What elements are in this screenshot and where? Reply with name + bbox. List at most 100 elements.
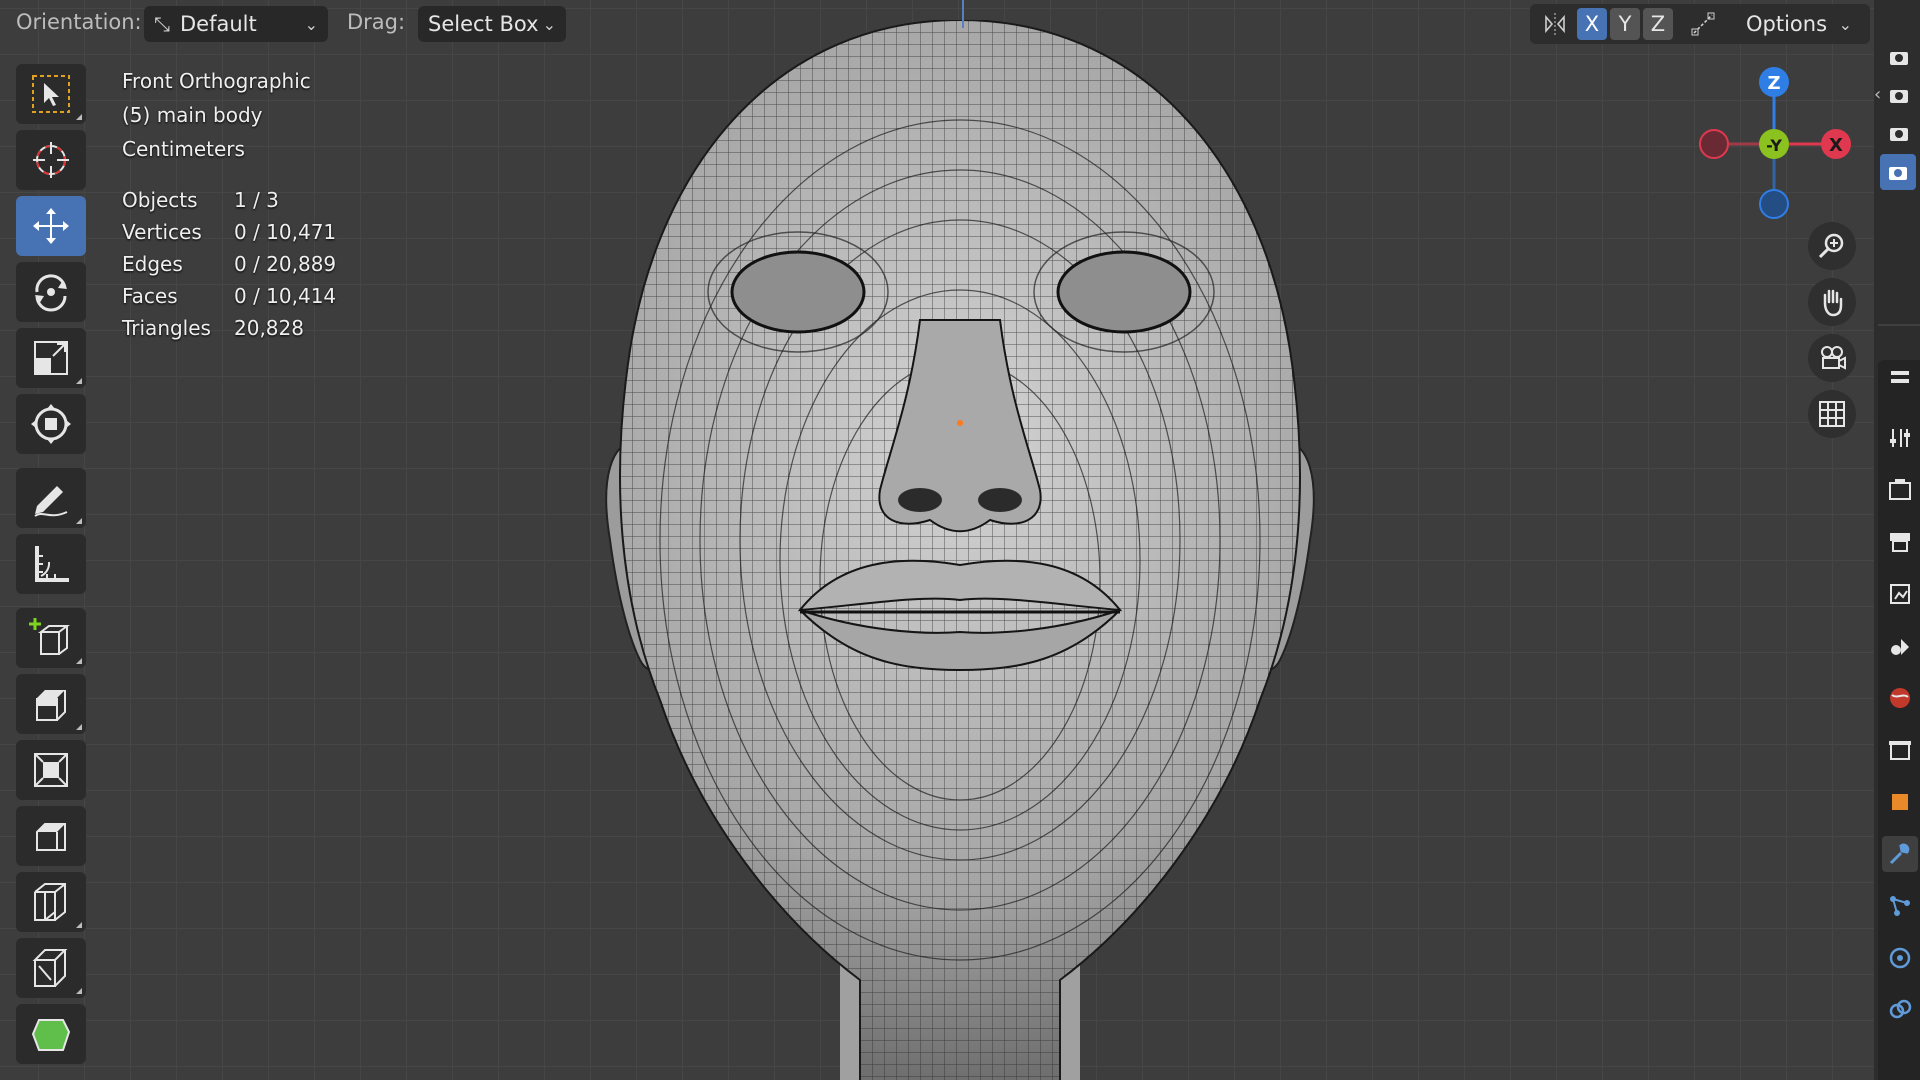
mirror-axis-x-button[interactable]: X — [1577, 8, 1607, 40]
stat-label: Edges — [122, 252, 183, 276]
knife-icon — [32, 949, 68, 987]
measure-tool[interactable] — [16, 534, 86, 594]
stats-objects: Objects 1 / 3 — [122, 184, 336, 216]
view-layer-tab[interactable] — [1882, 576, 1918, 612]
head-mesh-wireframe[interactable] — [500, 20, 1420, 1080]
topology-mirror-icon[interactable] — [1688, 8, 1718, 40]
drag-value: Select Box — [428, 12, 539, 36]
physics-tab[interactable] — [1882, 940, 1918, 976]
particles-tab[interactable] — [1882, 888, 1918, 924]
stats-faces: Faces 0 / 10,414 — [122, 280, 336, 312]
output-tab[interactable] — [1882, 524, 1918, 560]
extrude-tool[interactable] — [16, 674, 86, 734]
object-name: (5) main body — [122, 103, 263, 127]
bevel-tool[interactable] — [16, 806, 86, 866]
scale-tool[interactable] — [16, 328, 86, 388]
view-name: Front Orthographic — [122, 69, 311, 93]
poly-build-icon — [31, 1019, 71, 1051]
stat-label: Objects — [122, 188, 198, 212]
orientation-dropdown[interactable]: ⤡ Default ⌄ — [144, 6, 328, 42]
inset-tool[interactable] — [16, 740, 86, 800]
orientation-value: Default — [180, 12, 257, 36]
poly-build-tool[interactable] — [16, 1004, 86, 1064]
drag-label: Drag: — [347, 10, 406, 34]
move-tool[interactable] — [16, 196, 86, 256]
camera-view-button[interactable] — [1808, 334, 1856, 382]
cursor-icon — [33, 142, 69, 178]
pan-button[interactable] — [1808, 278, 1856, 326]
annotate-tool[interactable] — [16, 468, 86, 528]
add-cube-icon — [29, 618, 70, 655]
tool-shelf — [16, 64, 86, 1070]
cursor-tool[interactable] — [16, 130, 86, 190]
units-label: Centimeters — [122, 137, 245, 161]
mirror-icon[interactable] — [1540, 8, 1570, 40]
collection-tab[interactable] — [1882, 732, 1918, 768]
gizmo-x-negative — [1699, 129, 1729, 159]
stats-triangles: Triangles 20,828 — [122, 312, 336, 344]
zoom-button[interactable] — [1808, 222, 1856, 270]
gizmo-y-label: -Y — [1766, 136, 1782, 155]
select-box-tool[interactable] — [16, 64, 86, 124]
right-eye-socket — [1056, 250, 1192, 334]
knife-tool[interactable] — [16, 938, 86, 998]
render-camera-icon[interactable] — [1888, 46, 1910, 72]
chevron-down-icon: ⌄ — [542, 14, 556, 34]
render-camera-icon[interactable] — [1888, 84, 1910, 110]
left-eye-socket — [730, 250, 866, 334]
tool-settings-tab[interactable] — [1882, 360, 1918, 396]
rotate-tool[interactable] — [16, 262, 86, 322]
extrude-icon — [36, 690, 66, 721]
options-dropdown[interactable]: Options ⌄ — [1736, 6, 1862, 42]
loop-cut-icon — [34, 883, 66, 921]
mirror-axis-z-button[interactable]: Z — [1643, 8, 1673, 40]
stat-value: 20,828 — [234, 316, 304, 340]
bevel-icon — [36, 823, 66, 851]
viewport-header: Orientation: ⤡ Default ⌄ Drag: Select Bo… — [0, 0, 1874, 50]
annotate-pencil-icon — [34, 486, 68, 517]
constraints-tab[interactable] — [1882, 992, 1918, 1028]
stat-value: 0 / 10,471 — [234, 220, 337, 244]
modifier-tab[interactable] — [1882, 836, 1918, 872]
stat-value: 0 / 10,414 — [234, 284, 337, 308]
object-tab[interactable] — [1882, 784, 1918, 820]
render-tab[interactable] — [1882, 472, 1918, 508]
collapse-arrow-icon[interactable]: ‹ — [1874, 84, 1881, 105]
add-cube-tool[interactable] — [16, 608, 86, 668]
hand-icon — [1823, 289, 1843, 317]
measure-ruler-icon — [35, 546, 69, 582]
inset-faces-icon — [34, 753, 68, 787]
select-box-icon — [32, 75, 70, 113]
nostril-left — [898, 488, 942, 512]
world-tab[interactable] — [1882, 680, 1918, 716]
orientation-label: Orientation: — [16, 10, 142, 34]
chevron-down-icon: ⌄ — [304, 14, 318, 34]
navigation-gizmo[interactable]: Z X -Y — [1692, 64, 1852, 224]
gizmo-z-label: Z — [1767, 73, 1780, 94]
tool-tab[interactable] — [1882, 420, 1918, 456]
stats-vertices: Vertices 0 / 10,471 — [122, 216, 336, 248]
scene-tab[interactable] — [1882, 628, 1918, 664]
transform-icon — [31, 404, 71, 444]
stat-value: 1 / 3 — [234, 188, 279, 212]
mirror-axis-y-button[interactable]: Y — [1610, 8, 1640, 40]
rotate-icon — [35, 274, 67, 312]
viewport-info-overlay: Front Orthographic (5) main body Centime… — [122, 64, 336, 344]
transform-tool[interactable] — [16, 394, 86, 454]
nostril-right — [978, 488, 1022, 512]
grid-icon — [1819, 401, 1845, 427]
zoom-magnifier-icon — [1818, 233, 1844, 259]
render-camera-icon[interactable] — [1888, 122, 1910, 148]
active-camera-icon[interactable] — [1880, 154, 1916, 190]
move-icon — [33, 208, 69, 244]
stats-edges: Edges 0 / 20,889 — [122, 248, 336, 280]
stat-label: Faces — [122, 284, 178, 308]
orientation-icon: ⤡ — [154, 12, 170, 36]
camera-icon — [1821, 346, 1846, 370]
divider — [1878, 324, 1920, 326]
perspective-toggle-button[interactable] — [1808, 390, 1856, 438]
gizmo-z-negative — [1759, 189, 1789, 219]
stat-label: Vertices — [122, 220, 202, 244]
loop-cut-tool[interactable] — [16, 872, 86, 932]
drag-dropdown[interactable]: Select Box ⌄ — [418, 6, 566, 42]
